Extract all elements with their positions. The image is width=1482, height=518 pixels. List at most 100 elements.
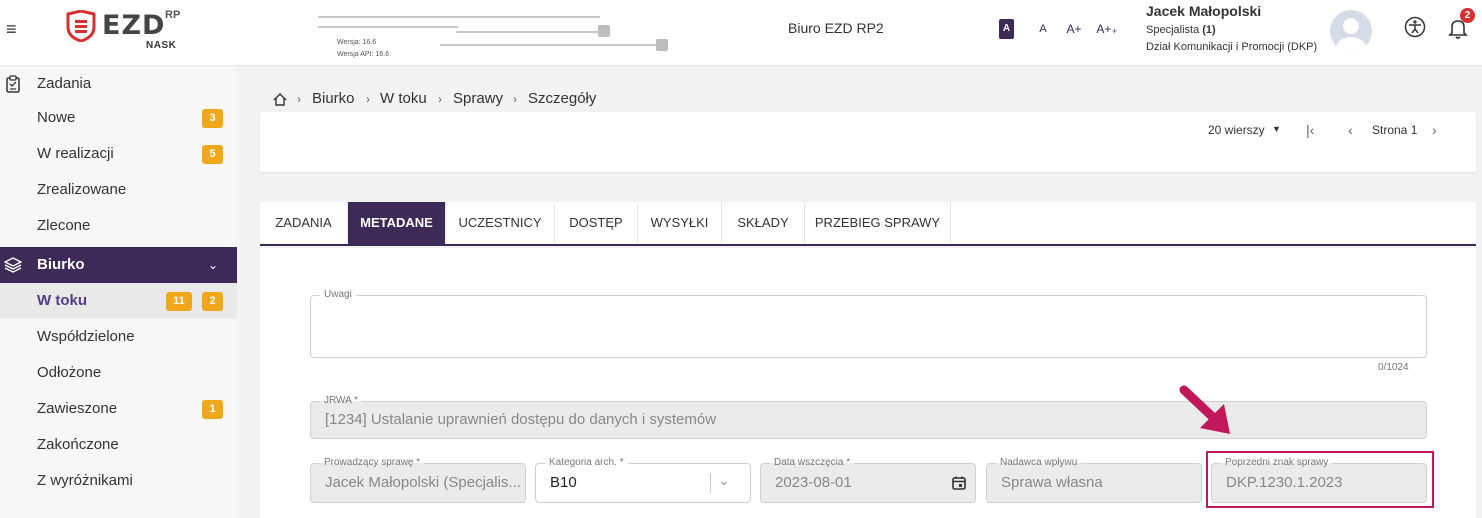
sidebar-item-label: Odłożone [37,364,102,381]
layers-icon [4,257,22,273]
breadcrumb-szczegoly: Szczegóły [528,90,597,107]
next-page-icon[interactable]: › [1432,122,1437,138]
sidebar-item-label: W toku [37,292,87,309]
chevron-down-icon[interactable]: ⌄ [718,472,730,489]
menu-icon[interactable]: ≡ [6,20,24,38]
nadawca-label: Nadawca wpływu [996,457,1082,468]
sidebar-section-biurko[interactable]: Biurko ⌄ [0,247,237,283]
page-indicator: Strona 1 [1372,123,1418,137]
arrow-annotation-icon [1179,385,1230,434]
sidebar-item-odlozone[interactable]: Odłożone [0,355,237,391]
sidebar-item-w-toku[interactable]: W toku 11 2 [0,283,237,319]
app-title: Biuro EZD RP2 [788,20,884,36]
home-icon[interactable] [272,92,288,107]
font-size-default-button[interactable]: A [999,19,1014,39]
sidebar-item-label: Zlecone [37,217,91,234]
font-size-large-button[interactable]: A+ [1063,19,1085,39]
logo-text: EZD [102,10,166,41]
decor-line [440,44,664,46]
highlight-box [1206,451,1434,508]
rows-per-page-select[interactable]: 20 wierszy [1208,123,1265,137]
count-badge: 5 [202,145,223,164]
breadcrumb-separator: › [438,92,442,106]
sidebar-item-zrealizowane[interactable]: Zrealizowane [0,172,237,208]
breadcrumb-separator: › [366,92,370,106]
data-wszczecia-label: Data wszczęcia * [770,457,855,468]
version-label: Wersja: 16.6 [337,39,377,46]
sidebar-item-w-realizacji[interactable]: W realizacji 5 [0,136,237,172]
logo-nask: NASK [146,40,177,51]
font-size-normal-button[interactable]: A [1037,19,1049,39]
sidebar-item-label: Nowe [37,109,76,126]
count-badge: 3 [202,109,223,128]
tab-przebieg-sprawy[interactable]: PRZEBIEG SPRAWY [805,202,951,244]
sidebar-item-zakonczone[interactable]: Zakończone [0,427,237,463]
chevron-down-icon: ⌄ [208,258,219,272]
tab-uczestnicy[interactable]: UCZESTNICY [446,202,555,244]
top-bar: ≡ EZD RP NASK Wersja: 16.6 Wersja API: 1… [0,0,1482,66]
select-divider [710,473,711,493]
tab-bar: ZADANIA METADANE UCZESTNICY DOSTĘP WYSYŁ… [260,202,1476,246]
user-department: Dział Komunikacji i Promocji (DKP) [1146,41,1318,53]
sidebar-section-label: Biurko [37,256,85,273]
logo-rp: RP [165,9,181,21]
ezd-logo[interactable]: EZD RP NASK [62,8,187,51]
data-wszczecia-value: 2023-08-01 [775,474,852,491]
prev-page-icon[interactable]: ‹ [1348,122,1353,138]
decor-line [318,16,600,18]
tab-metadane[interactable]: METADANE [348,202,446,244]
prowadzacy-value: Jacek Małopolski (Specjalis... [325,474,521,491]
sidebar: Zadania Nowe 3 W realizacji 5 Zrealizowa… [0,66,237,518]
sidebar-section-label: Zadania [37,75,92,92]
data-wszczecia-field: Data wszczęcia * 2023-08-01 [760,457,976,503]
api-version-label: Wersja API: 16.6 [337,51,390,58]
sidebar-item-nowe[interactable]: Nowe 3 [0,100,237,136]
sidebar-section-zadania[interactable]: Zadania [0,66,237,102]
kategoria-select[interactable]: Kategoria arch. * B10 ⌄ [535,457,751,503]
jrwa-label: JRWA * [320,395,362,406]
sidebar-item-label: Zrealizowane [37,181,127,198]
uwagi-label: Uwagi [320,289,356,300]
caret-down-icon[interactable]: ▼ [1272,124,1281,134]
sidebar-item-label: W realizacji [37,145,114,162]
nadawca-value: Sprawa własna [1001,474,1103,491]
logo-shield-icon [66,10,96,42]
sidebar-item-z-wyroznikami[interactable]: Z wyróżnikami [0,463,237,499]
jrwa-value: [1234] Ustalanie uprawnień dostępu do da… [325,411,717,428]
breadcrumb-biurko[interactable]: Biurko [312,90,355,107]
breadcrumb-sprawy[interactable]: Sprawy [453,90,503,107]
prowadzacy-field: Prowadzący sprawę * Jacek Małopolski (Sp… [310,457,526,503]
uwagi-field[interactable]: Uwagi [310,289,1427,358]
breadcrumb-w-toku[interactable]: W toku [380,90,427,107]
calendar-icon[interactable] [951,475,967,491]
sidebar-item-label: Zawieszone [37,400,118,417]
decor-line [318,26,458,28]
avatar[interactable] [1330,10,1372,52]
first-page-icon[interactable]: |‹ [1306,122,1314,138]
breadcrumb-separator: › [513,92,517,106]
tab-dostep[interactable]: DOSTĘP [555,202,638,244]
sidebar-item-wspoldzielone[interactable]: Współdzielone [0,319,237,355]
sidebar-item-label: Zakończone [37,436,119,453]
sidebar-item-label: Z wyróżnikami [37,472,133,489]
kategoria-value: B10 [550,474,577,491]
user-role: Specjalista (1) [1146,24,1216,36]
sidebar-item-zlecone[interactable]: Zlecone [0,208,237,244]
uwagi-char-counter: 0/1024 [1378,362,1409,373]
pager-card: 20 wierszy ▼ |‹ ‹ Strona 1 › [260,112,1476,172]
count-badge: 1 [202,400,223,419]
breadcrumb-separator: › [297,92,301,106]
count-badge: 2 [202,292,223,311]
nadawca-field: Nadawca wpływu Sprawa własna [986,457,1202,503]
notification-badge: 2 [1460,8,1475,23]
prowadzacy-label: Prowadzący sprawę * [320,457,425,468]
tab-zadania[interactable]: ZADANIA [260,202,348,244]
tab-sklady[interactable]: SKŁADY [722,202,805,244]
font-size-xlarge-button[interactable]: A+₊ [1094,19,1120,39]
sidebar-item-zawieszone[interactable]: Zawieszone 1 [0,391,237,427]
sidebar-item-label: Współdzielone [37,328,135,345]
accessibility-icon[interactable] [1404,16,1426,38]
clipboard-icon [6,75,20,93]
tab-wysylki[interactable]: WYSYŁKI [638,202,722,244]
count-badge: 11 [166,292,192,311]
